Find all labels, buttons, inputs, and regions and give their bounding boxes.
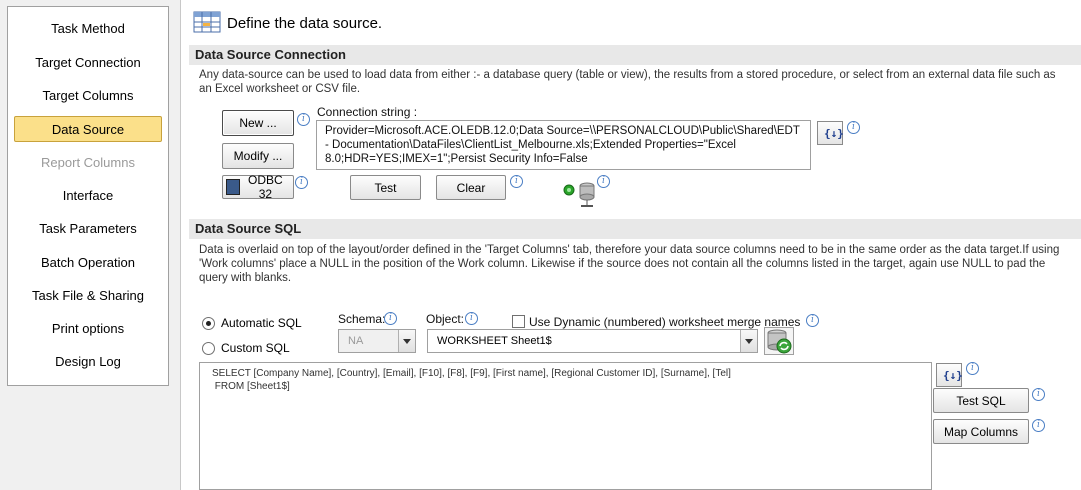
connection-description: Any data-source can be used to load data… [199, 69, 1056, 95]
sidebar-item-design-log[interactable]: Design Log [14, 349, 162, 375]
connection-var-info-icon[interactable]: i [847, 121, 860, 134]
connection-variable-button[interactable]: {↓} [817, 121, 844, 145]
automatic-sql-radio[interactable]: Automatic SQL [202, 316, 302, 330]
refresh-schema-button[interactable] [764, 327, 794, 355]
dynamic-worksheet-label: Use Dynamic (numbered) worksheet merge n… [529, 315, 801, 329]
test-sql-info-icon[interactable]: i [1032, 388, 1045, 401]
object-label: Object: [426, 312, 465, 326]
main-panel: Define the data source. Data Source Conn… [180, 0, 1081, 490]
sql-description: Data is overlaid on top of the layout/or… [199, 244, 1060, 284]
object-value: WORKSHEET Sheet1$ [437, 335, 552, 347]
clear-info-icon[interactable]: i [510, 175, 523, 188]
connection-string-field[interactable]: Provider=Microsoft.ACE.OLEDB.12.0;Data S… [316, 120, 811, 170]
test-sql-button[interactable]: Test SQL [933, 388, 1029, 413]
radio-dot [202, 341, 215, 355]
schema-info-icon[interactable]: i [384, 312, 397, 325]
test-connection-button[interactable]: Test [350, 175, 421, 200]
sidebar-nav: Task Method Target Connection Target Colum… [7, 6, 169, 386]
sidebar-item-target-connection[interactable]: Target Connection [14, 50, 162, 76]
sidebar-item-interface[interactable]: Interface [14, 183, 162, 209]
dynamic-info-icon[interactable]: i [806, 314, 819, 327]
connection-section-title: Data Source Connection [189, 45, 1081, 65]
sidebar-item-print-options[interactable]: Print options [14, 316, 162, 342]
custom-sql-label: Custom SQL [221, 341, 290, 355]
sidebar-item-target-columns[interactable]: Target Columns [14, 83, 162, 109]
automatic-sql-label: Automatic SQL [221, 316, 302, 330]
sidebar-item-task-file-sharing[interactable]: Task File & Sharing [14, 283, 162, 309]
custom-sql-radio[interactable]: Custom SQL [202, 341, 290, 355]
odbc-info-icon[interactable]: i [295, 176, 308, 189]
schema-dropdown[interactable]: NA [338, 329, 416, 353]
sql-var-info-icon[interactable]: i [966, 362, 979, 375]
chevron-down-icon [740, 330, 757, 352]
page-header: Define the data source. [193, 10, 382, 36]
status-info-icon[interactable]: i [597, 175, 610, 188]
sidebar-item-task-method[interactable]: Task Method [14, 16, 162, 42]
chevron-down-icon [398, 330, 415, 352]
grid-icon [193, 11, 221, 36]
odbc32-label: ODBC 32 [248, 173, 283, 201]
map-columns-button[interactable]: Map Columns [933, 419, 1029, 444]
sidebar-item-data-source[interactable]: Data Source [14, 116, 162, 142]
page-title: Define the data source. [227, 14, 383, 32]
object-dropdown[interactable]: WORKSHEET Sheet1$ [427, 329, 758, 353]
sql-query-textarea[interactable]: SELECT [Company Name], [Country], [Email… [199, 362, 932, 490]
odbc32-button[interactable]: ODBC 32 [222, 173, 294, 201]
sql-section-title: Data Source SQL [189, 219, 1081, 239]
odbc-icon [226, 179, 240, 195]
database-refresh-icon [767, 329, 792, 354]
sidebar-item-report-columns[interactable]: Report Columns [14, 150, 162, 176]
dynamic-worksheet-checkbox[interactable] [512, 315, 525, 328]
sidebar-item-task-parameters[interactable]: Task Parameters [14, 216, 162, 242]
connection-status-icon [563, 180, 599, 211]
new-info-icon[interactable]: i [297, 113, 310, 126]
connection-string-label: Connection string : [317, 105, 418, 119]
map-columns-info-icon[interactable]: i [1032, 419, 1045, 432]
sidebar-item-batch-operation[interactable]: Batch Operation [14, 250, 162, 276]
new-connection-button[interactable]: New ... [222, 110, 294, 136]
schema-label: Schema: [338, 312, 386, 326]
sql-variable-button[interactable]: {↓} [936, 363, 963, 387]
schema-value: NA [348, 335, 364, 347]
object-info-icon[interactable]: i [465, 312, 478, 325]
clear-connection-button[interactable]: Clear [436, 175, 506, 200]
modify-connection-button[interactable]: Modify ... [222, 143, 294, 169]
radio-dot [202, 316, 215, 330]
